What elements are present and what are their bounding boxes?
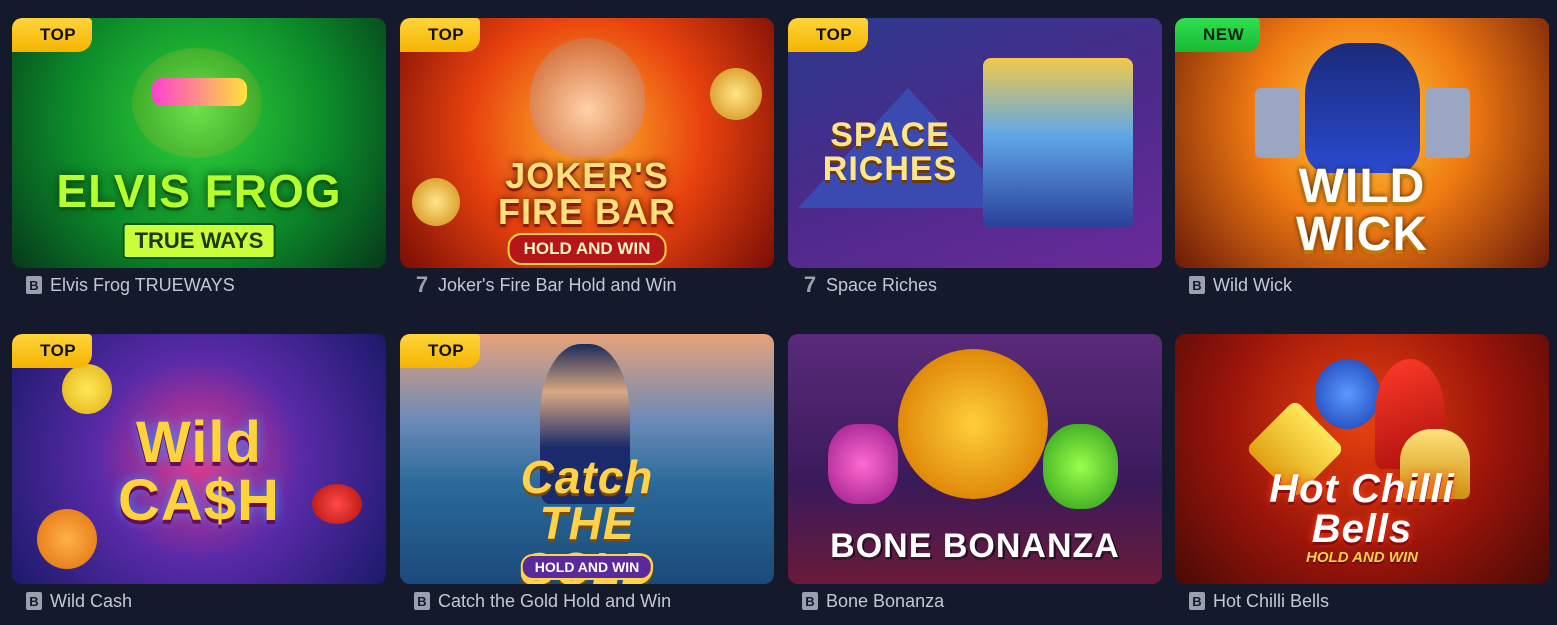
- lemon-icon: [62, 364, 112, 414]
- b-icon: B: [414, 592, 430, 610]
- art-subtitle: HOLD AND WIN: [520, 554, 654, 580]
- potion-icon: [828, 424, 898, 504]
- top-badge: TOP: [400, 334, 481, 368]
- aztec-sun-icon: [898, 349, 1048, 499]
- art-title: ELVIS FROG: [56, 165, 342, 217]
- joker-icon: [530, 38, 645, 158]
- game-caption[interactable]: B Wild Wick: [1189, 272, 1292, 298]
- game-card-elvis-frog[interactable]: ELVIS FROG TRUE WAYS TOP: [12, 18, 386, 268]
- art-subtitle: HOLD AND WIN: [507, 233, 667, 265]
- game-name: Space Riches: [826, 274, 938, 295]
- game-caption[interactable]: 7 Joker's Fire Bar Hold and Win: [414, 272, 677, 298]
- game-caption[interactable]: B Wild Cash: [26, 588, 132, 614]
- grapes-icon: [1315, 359, 1380, 429]
- sunglasses-icon: [152, 78, 247, 106]
- seven-icon: 7: [415, 272, 429, 297]
- art-title: Hot Chilli Bells: [1269, 467, 1455, 551]
- game-caption[interactable]: B Catch the Gold Hold and Win: [414, 588, 671, 614]
- b-icon: B: [26, 592, 42, 610]
- b-icon: B: [802, 592, 818, 610]
- cowboy-icon: [1305, 43, 1420, 173]
- new-badge: NEW: [1175, 18, 1261, 52]
- game-caption[interactable]: B Bone Bonanza: [802, 588, 944, 614]
- game-name: Wild Cash: [50, 590, 133, 611]
- art-subtitle: HOLD AND WIN: [1306, 549, 1418, 566]
- game-name: Elvis Frog TRUEWAYS: [50, 274, 235, 295]
- game-caption[interactable]: B Hot Chilli Bells: [1189, 588, 1329, 614]
- art-title: JOKER'S FIRE BAR: [498, 155, 676, 232]
- game-card-space-riches[interactable]: SPACE RICHES TOP: [788, 18, 1162, 268]
- game-card-hot-chilli-bells[interactable]: Hot Chilli Bells HOLD AND WIN: [1175, 334, 1549, 584]
- top-badge: TOP: [12, 18, 93, 52]
- coin-icon: [710, 68, 762, 120]
- revolver-icon: [1425, 88, 1470, 158]
- game-name: Joker's Fire Bar Hold and Win: [438, 274, 677, 295]
- seven-icon: 7: [803, 272, 817, 297]
- art-title: BONE BONANZA: [830, 527, 1120, 565]
- skull-icon: [1043, 424, 1118, 509]
- game-card-catch-the-gold[interactable]: Catch THE GOLD HOLD AND WIN TOP: [400, 334, 774, 584]
- treasure-vault-icon: [983, 58, 1133, 228]
- top-badge: TOP: [12, 334, 93, 368]
- game-name: Bone Bonanza: [826, 590, 945, 611]
- game-name: Wild Wick: [1213, 274, 1292, 295]
- top-badge: TOP: [788, 18, 869, 52]
- art-title: SPACE RICHES: [822, 116, 958, 188]
- b-icon: B: [1189, 592, 1205, 610]
- game-caption[interactable]: 7 Space Riches: [802, 272, 937, 298]
- b-icon: B: [1189, 276, 1205, 294]
- game-name: Hot Chilli Bells: [1213, 590, 1330, 611]
- game-name: Catch the Gold Hold and Win: [438, 590, 672, 611]
- revolver-icon: [1255, 88, 1300, 158]
- game-card-jokers-fire-bar[interactable]: JOKER'S FIRE BAR HOLD AND WIN TOP: [400, 18, 774, 268]
- art-subtitle: TRUE WAYS: [122, 223, 276, 259]
- game-card-bone-bonanza[interactable]: BONE BONANZA: [788, 334, 1162, 584]
- top-badge: TOP: [400, 18, 481, 52]
- game-grid: ELVIS FROG TRUE WAYS TOP B Elvis Frog TR…: [0, 0, 1557, 625]
- game-card-wild-wick[interactable]: WILD WICK NEW: [1175, 18, 1549, 268]
- b-icon: B: [26, 276, 42, 294]
- art-title: Wild CA$H: [118, 410, 280, 533]
- art-title: WILD WICK: [1296, 160, 1428, 261]
- game-caption[interactable]: B Elvis Frog TRUEWAYS: [26, 272, 235, 298]
- game-card-wild-cash[interactable]: Wild CA$H TOP: [12, 334, 386, 584]
